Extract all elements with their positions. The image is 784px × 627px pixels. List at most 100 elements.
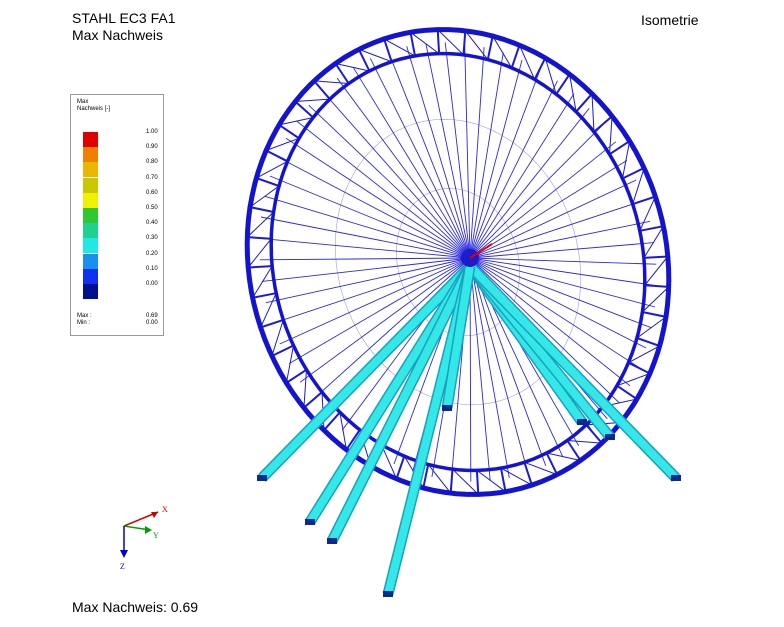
rim-strut bbox=[593, 115, 613, 133]
wheel-spoke bbox=[369, 58, 471, 259]
legend-row: 0.00 bbox=[83, 281, 163, 299]
wheel-spoke bbox=[406, 46, 471, 259]
wheel-spoke bbox=[261, 257, 471, 282]
z-axis-label: Z bbox=[120, 562, 125, 571]
wheel-spoke bbox=[469, 257, 657, 265]
rim-diagonal bbox=[644, 256, 669, 286]
leg-foot bbox=[605, 434, 615, 440]
rim-strut bbox=[500, 467, 507, 492]
legend-swatch bbox=[83, 238, 98, 254]
legend-tick: 0.90 bbox=[146, 144, 158, 151]
rim-strut bbox=[265, 149, 289, 163]
rim-diagonal bbox=[567, 440, 602, 444]
rim-diagonal bbox=[643, 225, 664, 259]
legend-tick: 0.20 bbox=[146, 250, 158, 257]
legend-tick: 0.80 bbox=[146, 159, 158, 166]
legend-tick: 0.60 bbox=[146, 189, 158, 196]
y-axis-arrow-icon bbox=[145, 526, 152, 534]
rim-strut bbox=[294, 100, 314, 119]
rim-diagonal bbox=[437, 29, 464, 56]
axis-triad: X Y Z bbox=[120, 505, 168, 571]
rim-strut bbox=[256, 177, 280, 187]
rim-strut bbox=[334, 62, 350, 85]
rim-strut bbox=[566, 439, 582, 462]
wheel-spoke bbox=[469, 124, 604, 259]
rim-diagonal bbox=[591, 93, 595, 132]
z-axis-arrow-icon bbox=[120, 550, 128, 558]
rim-strut bbox=[644, 284, 669, 288]
legend-tick: 0.50 bbox=[146, 205, 158, 211]
rim-strut bbox=[247, 236, 272, 240]
result-subtitle: Max Nachweis bbox=[72, 27, 164, 43]
rim-strut bbox=[409, 32, 416, 57]
rim-strut bbox=[608, 140, 631, 156]
legend-tick: 0.10 bbox=[146, 265, 158, 272]
leg-foot bbox=[577, 419, 587, 425]
rim-strut bbox=[248, 265, 273, 269]
legend-min-label: Min : bbox=[77, 320, 91, 326]
rim-strut bbox=[533, 57, 547, 80]
rim-strut bbox=[486, 35, 494, 60]
legend-tick: 0.40 bbox=[146, 220, 158, 227]
legend-max-value: 0.69 bbox=[146, 313, 158, 319]
leg-foot bbox=[257, 475, 267, 481]
rim-diagonal bbox=[452, 468, 479, 495]
legend-tick: 0.70 bbox=[146, 174, 158, 181]
rim-strut bbox=[510, 44, 521, 69]
max-result-footer: Max Nachweis: 0.69 bbox=[72, 599, 199, 615]
legend-swatch bbox=[83, 192, 98, 208]
wheel-spoke bbox=[469, 160, 628, 259]
legend-swatch bbox=[83, 132, 98, 147]
rim-diagonal bbox=[252, 265, 273, 299]
wheel-spoke bbox=[469, 220, 651, 259]
rim-strut bbox=[252, 292, 277, 299]
view-label: Isometrie bbox=[641, 12, 699, 28]
legend-swatch bbox=[83, 208, 98, 223]
rim-diagonal bbox=[285, 345, 294, 383]
wheel-spoke bbox=[259, 257, 471, 261]
rim-diagonal bbox=[295, 98, 330, 102]
rim-diagonal bbox=[314, 80, 349, 84]
legend-swatch bbox=[83, 162, 98, 178]
rim-strut bbox=[642, 311, 667, 318]
rim-strut bbox=[643, 255, 668, 259]
wheel-spoke bbox=[296, 120, 471, 259]
y-axis-label: Y bbox=[153, 531, 159, 540]
wheel-spoke bbox=[469, 59, 523, 259]
wheel-spoke bbox=[469, 199, 645, 259]
legend-swatch bbox=[83, 177, 98, 193]
rim-strut bbox=[575, 93, 593, 113]
rim-strut bbox=[395, 455, 406, 480]
legend-swatch bbox=[83, 147, 98, 163]
rim-strut bbox=[278, 124, 300, 140]
x-axis-label: X bbox=[162, 505, 168, 514]
wheel-spoke bbox=[352, 67, 471, 259]
rim-diagonal bbox=[622, 141, 631, 179]
legend-tick: 1.00 bbox=[146, 129, 158, 135]
rim-strut bbox=[639, 225, 664, 232]
legend-swatch bbox=[83, 268, 98, 284]
rim-strut bbox=[475, 470, 480, 495]
rim-diagonal bbox=[609, 116, 613, 155]
wheel-spoke bbox=[425, 43, 471, 259]
legend-swatch bbox=[83, 253, 98, 269]
leg-foot bbox=[671, 475, 681, 481]
wheel-spoke bbox=[464, 43, 471, 259]
rim-strut bbox=[627, 361, 651, 375]
leg-foot bbox=[305, 519, 315, 525]
legend-swatch bbox=[83, 284, 98, 299]
wheel-spoke bbox=[469, 80, 558, 259]
wheel-spoke bbox=[469, 108, 590, 259]
rim-strut bbox=[449, 469, 454, 494]
leg-foot bbox=[327, 538, 337, 544]
wheel-spoke bbox=[308, 104, 471, 259]
legend-tick: 0.00 bbox=[146, 281, 158, 287]
rim-diagonal bbox=[247, 238, 272, 268]
legend-tick: 0.30 bbox=[146, 235, 158, 242]
rim-strut bbox=[436, 29, 441, 54]
rim-strut bbox=[285, 368, 308, 384]
color-legend: Max Nachweis [-] 1.00 0.90 0.80 0.70 0.60 0.5… bbox=[70, 94, 164, 336]
rim-strut bbox=[313, 80, 331, 100]
rim-strut bbox=[303, 391, 323, 409]
rim-strut bbox=[555, 73, 571, 95]
